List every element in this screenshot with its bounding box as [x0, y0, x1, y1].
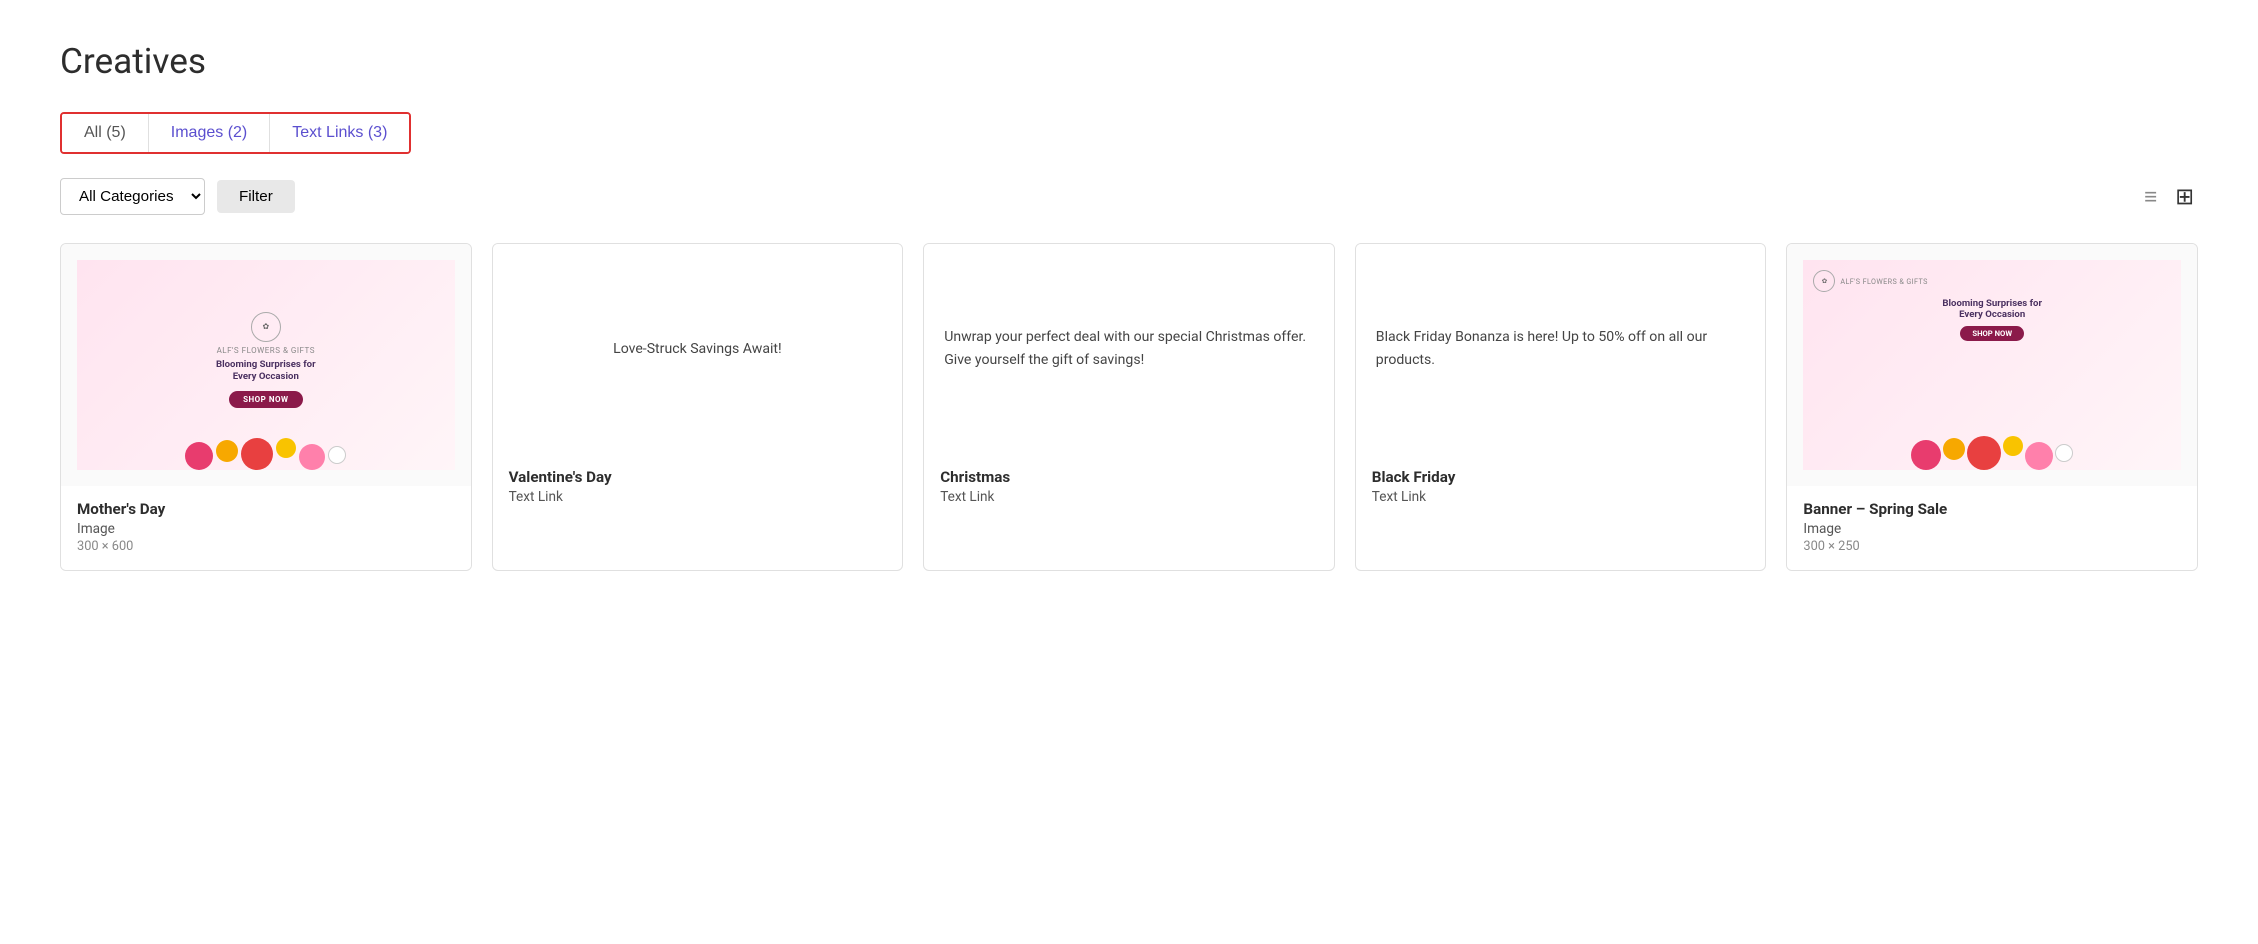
headline-sm: Blooming Surprises forEvery Occasion	[1942, 298, 2042, 320]
text-preview-content: Black Friday Bonanza is here! Up to 50% …	[1376, 326, 1746, 371]
card-preview-mothers-day: ✿ ALF'S FLOWERS & GIFTS Blooming Surpris…	[61, 244, 471, 486]
creatives-grid: ✿ ALF'S FLOWERS & GIFTS Blooming Surpris…	[60, 243, 2198, 571]
card-name: Banner – Spring Sale	[1803, 500, 2181, 518]
card-name: Christmas	[940, 468, 1318, 486]
shop-btn-sm: SHOP NOW	[1960, 326, 2024, 341]
text-preview-content: Unwrap your perfect deal with our specia…	[944, 326, 1314, 371]
page-title: Creatives	[60, 40, 2198, 82]
card-info-banner: Banner – Spring Sale Image 300 × 250	[1787, 486, 2197, 570]
card-size: 300 × 250	[1803, 539, 2181, 554]
card-preview-black-friday: Black Friday Bonanza is here! Up to 50% …	[1356, 244, 1766, 454]
brand-sm: ALF'S FLOWERS & GIFTS	[1840, 277, 1927, 286]
list-view-icon[interactable]: ≡	[2140, 180, 2161, 214]
card-name: Mother's Day	[77, 500, 455, 518]
card-info-black-friday: Black Friday Text Link	[1356, 454, 1766, 523]
card-info-mothers-day: Mother's Day Image 300 × 600	[61, 486, 471, 570]
flowers-sm	[1803, 395, 2181, 470]
brand-name: ALF'S FLOWERS & GIFTS	[217, 346, 315, 355]
filter-button[interactable]: Filter	[217, 180, 295, 213]
logo-circle-sm: ✿	[1813, 270, 1835, 292]
toolbar-right: ≡ ⊞	[2140, 180, 2198, 214]
card-banner-preview: ✿ ALF'S FLOWERS & GIFTS Blooming Surpris…	[1803, 260, 2181, 470]
card-info-valentines: Valentine's Day Text Link	[493, 454, 903, 523]
card-info-christmas: Christmas Text Link	[924, 454, 1334, 523]
card-type: Text Link	[1372, 489, 1750, 505]
card-image-mothers-day: ✿ ALF'S FLOWERS & GIFTS Blooming Surpris…	[77, 260, 455, 470]
card-size: 300 × 600	[77, 539, 455, 554]
toolbar-left: All Categories Banners Text Links Images…	[60, 178, 295, 215]
category-select[interactable]: All Categories Banners Text Links Images	[60, 178, 205, 215]
tab-images[interactable]: Images (2)	[149, 114, 270, 152]
card-type: Text Link	[940, 489, 1318, 505]
toolbar: All Categories Banners Text Links Images…	[60, 178, 2198, 215]
card-type: Text Link	[509, 489, 887, 505]
card-name: Valentine's Day	[509, 468, 887, 486]
filter-tabs: All (5) Images (2) Text Links (3)	[60, 112, 411, 154]
card-name: Black Friday	[1372, 468, 1750, 486]
flowers	[77, 400, 455, 470]
card-preview-christmas: Unwrap your perfect deal with our specia…	[924, 244, 1334, 454]
card-type: Image	[1803, 521, 2181, 537]
creative-card-banner-spring-sale[interactable]: ✿ ALF'S FLOWERS & GIFTS Blooming Surpris…	[1786, 243, 2198, 571]
card-preview-valentines: Love-Struck Savings Await!	[493, 244, 903, 454]
banner-header: ✿ ALF'S FLOWERS & GIFTS	[1813, 270, 2171, 292]
creative-card-christmas[interactable]: Unwrap your perfect deal with our specia…	[923, 243, 1335, 571]
text-preview-content: Love-Struck Savings Await!	[613, 338, 782, 361]
tab-text-links[interactable]: Text Links (3)	[270, 114, 409, 152]
card-preview-banner: ✿ ALF'S FLOWERS & GIFTS Blooming Surpris…	[1787, 244, 2197, 486]
grid-view-icon[interactable]: ⊞	[2171, 180, 2198, 214]
tab-all[interactable]: All (5)	[62, 114, 149, 152]
headline: Blooming Surprises forEvery Occasion	[216, 359, 316, 384]
logo-circle: ✿	[251, 312, 281, 342]
creative-card-mothers-day[interactable]: ✿ ALF'S FLOWERS & GIFTS Blooming Surpris…	[60, 243, 472, 571]
creative-card-valentines-day[interactable]: Love-Struck Savings Await! Valentine's D…	[492, 243, 904, 571]
creative-card-black-friday[interactable]: Black Friday Bonanza is here! Up to 50% …	[1355, 243, 1767, 571]
card-type: Image	[77, 521, 455, 537]
